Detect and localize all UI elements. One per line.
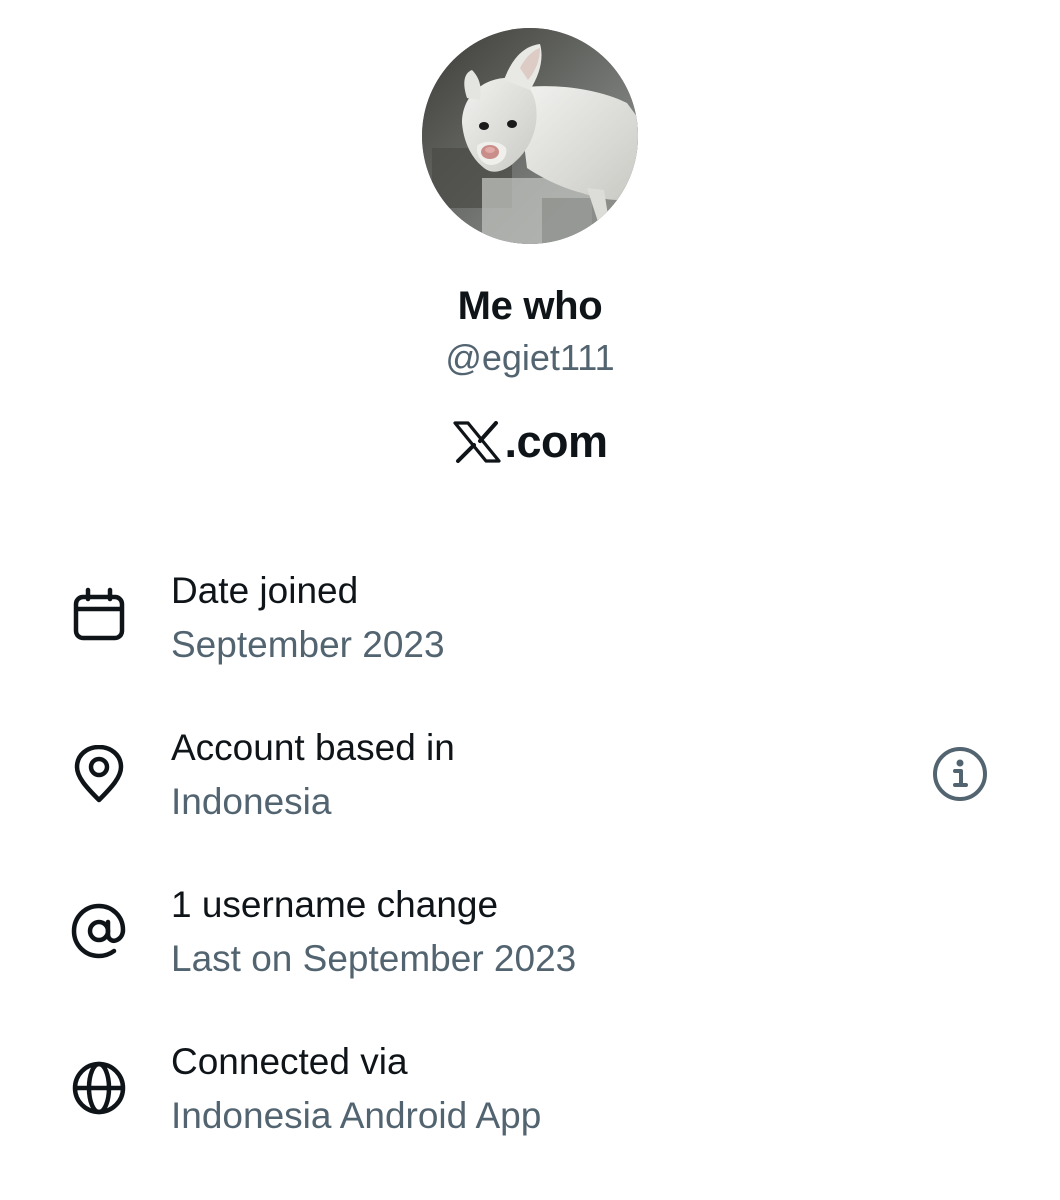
row-subtitle: Indonesia <box>171 781 332 822</box>
avatar[interactable] <box>422 28 638 244</box>
username-handle: @egiet111 <box>445 337 615 378</box>
info-icon[interactable] <box>930 744 990 804</box>
row-title: Account based in <box>171 727 455 768</box>
calendar-icon <box>70 587 128 645</box>
at-sign-icon <box>70 902 128 960</box>
location-pin-icon <box>70 745 128 803</box>
brand-link[interactable]: .com <box>0 412 1060 472</box>
row-title: 1 username change <box>171 884 499 925</box>
connected-via-row: Connected via Indonesia Android App <box>0 1031 1060 1151</box>
date-joined-row: Date joined September 2023 <box>0 560 1060 680</box>
account-based-in-row: Account based in Indonesia <box>0 717 1060 837</box>
username-change-row: 1 username change Last on September 2023 <box>0 874 1060 994</box>
brand-suffix: .com <box>504 416 608 467</box>
row-subtitle: Last on September 2023 <box>171 938 577 979</box>
x-logo-icon <box>453 421 502 463</box>
row-subtitle: September 2023 <box>171 624 445 665</box>
display-name: Me who <box>457 284 603 328</box>
globe-icon <box>70 1059 128 1117</box>
avatar-image <box>422 28 638 244</box>
row-subtitle: Indonesia Android App <box>171 1095 542 1136</box>
row-title: Connected via <box>171 1041 408 1082</box>
row-title: Date joined <box>171 570 359 611</box>
